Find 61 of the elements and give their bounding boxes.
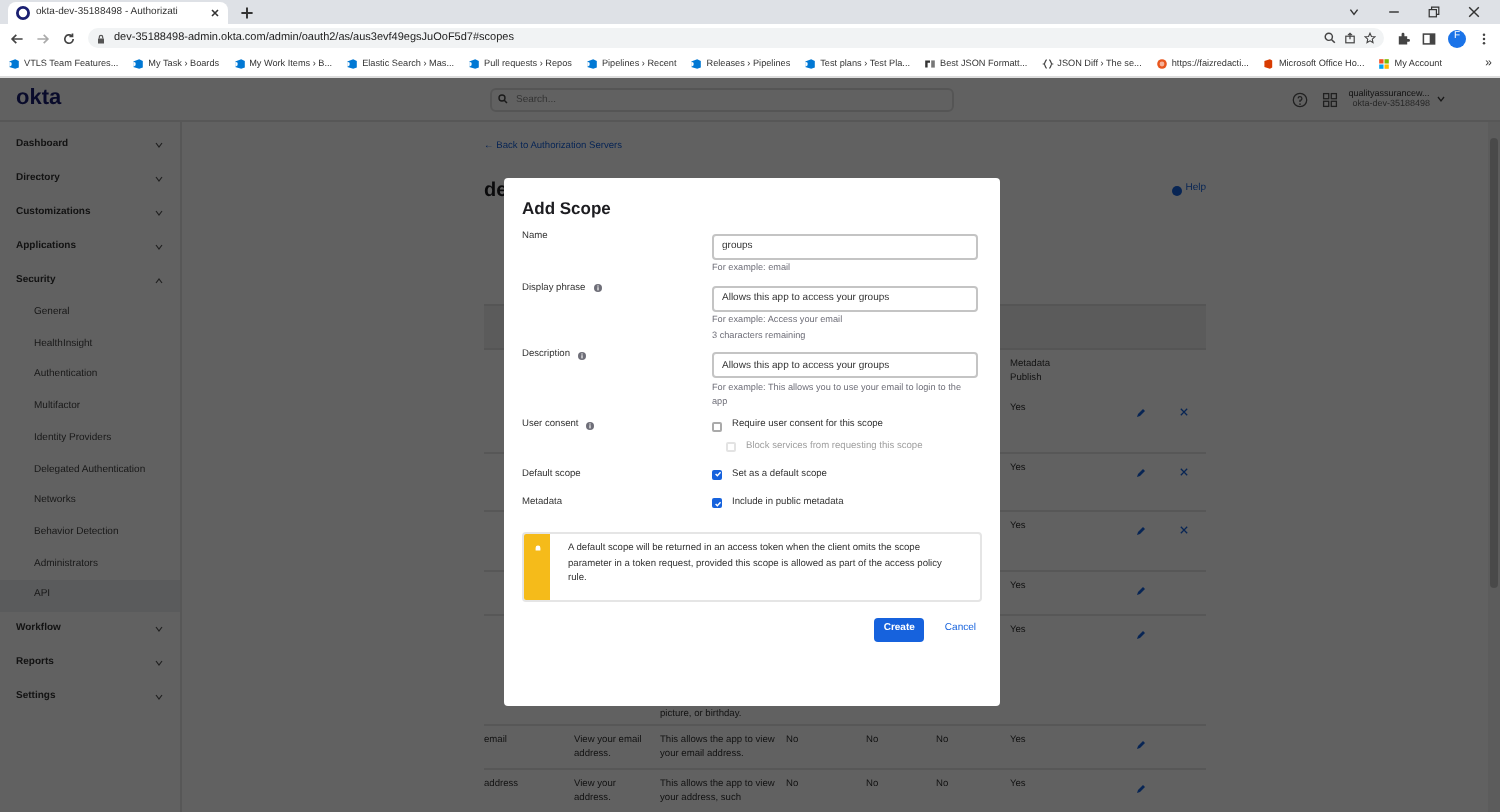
lock-icon: [96, 33, 106, 43]
help-icon[interactable]: [1292, 91, 1309, 107]
office-logo-icon: [1262, 57, 1275, 70]
info-icon: [593, 284, 602, 293]
devops-logo-icon: [8, 57, 20, 70]
search-icon: [498, 94, 508, 104]
info-dot-icon: [1171, 185, 1182, 196]
dialog-title: Add Scope: [522, 196, 613, 222]
info-icon: [586, 421, 595, 430]
puzzle-piece-icon[interactable]: [1396, 31, 1410, 45]
okta-logo[interactable]: okta: [0, 88, 182, 110]
globe-icon: [1155, 57, 1168, 70]
braces-icon: [1041, 57, 1054, 70]
json-logo-icon: [924, 57, 936, 70]
checkbox[interactable]: [712, 421, 722, 432]
checkmark-icon: [713, 470, 721, 479]
minimize-icon[interactable]: [1388, 6, 1400, 18]
devops-logo-icon: [585, 57, 598, 70]
chevron-up-icon: [154, 276, 164, 286]
new-tab-icon[interactable]: [240, 6, 254, 20]
chevron-down-icon: [154, 208, 164, 218]
bell-icon: [533, 544, 541, 553]
reload-icon[interactable]: [62, 31, 76, 45]
delete-x-icon[interactable]: [1179, 468, 1187, 477]
checkmark-icon: [713, 499, 721, 508]
side-panel-icon[interactable]: [1422, 31, 1436, 45]
share-icon[interactable]: [1344, 32, 1356, 44]
devops-logo-icon: [468, 57, 481, 70]
back-arrow-icon[interactable]: [10, 31, 24, 45]
chevron-down-icon: [154, 242, 164, 252]
restore-icon[interactable]: [1428, 6, 1440, 18]
pencil-icon[interactable]: [1135, 408, 1145, 419]
chevron-down-icon[interactable]: [1348, 6, 1360, 18]
devops-logo-icon: [346, 57, 359, 70]
info-icon: [578, 351, 586, 360]
chevron-down-icon: [154, 174, 164, 184]
close-icon[interactable]: [210, 8, 220, 18]
magnifier-icon[interactable]: [1324, 32, 1336, 44]
delete-x-icon[interactable]: [1179, 408, 1187, 417]
chevron-down-icon: [154, 657, 164, 668]
pencil-icon[interactable]: [1135, 630, 1145, 641]
pencil-icon[interactable]: [1135, 586, 1145, 597]
more-vertical-icon[interactable]: [1478, 31, 1490, 45]
chevron-down-icon: [154, 691, 164, 702]
forward-arrow-icon[interactable]: [36, 31, 50, 45]
close-icon[interactable]: [1468, 6, 1480, 18]
chevron-down-icon: [154, 140, 164, 150]
pencil-icon[interactable]: [1135, 526, 1145, 537]
devops-logo-icon: [690, 57, 703, 70]
four-squares-icon: [1378, 57, 1391, 70]
pencil-icon[interactable]: [1135, 784, 1145, 795]
chevron-down-icon: [154, 623, 164, 634]
okta-favicon-icon: [16, 6, 30, 20]
star-icon[interactable]: [1364, 32, 1376, 44]
devops-logo-icon: [804, 57, 817, 70]
delete-x-icon[interactable]: [1179, 526, 1187, 535]
devops-logo-icon: [132, 57, 145, 70]
devops-logo-icon: [233, 57, 246, 70]
pencil-icon[interactable]: [1135, 468, 1145, 479]
grid-icon[interactable]: [1322, 91, 1339, 107]
pencil-icon[interactable]: [1135, 740, 1145, 751]
